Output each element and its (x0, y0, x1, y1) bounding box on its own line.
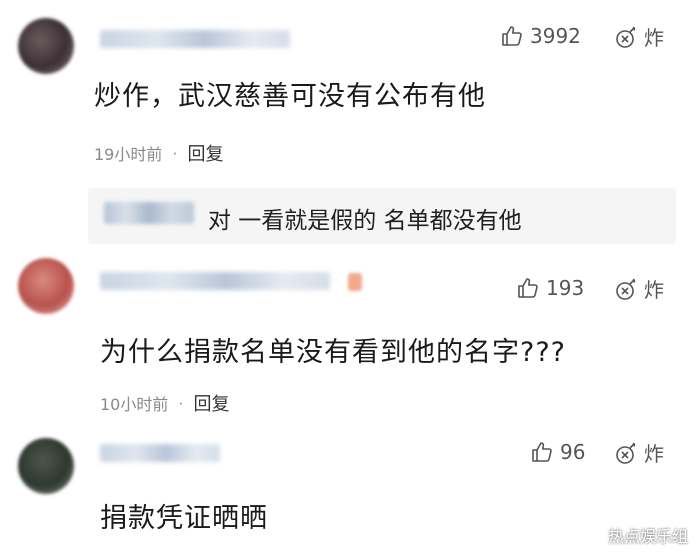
bomb-label: 炸 (644, 442, 664, 466)
bomb-label: 炸 (644, 278, 664, 302)
thumbs-up-icon (518, 278, 538, 298)
comment-text: 捐款凭证晒晒 (100, 503, 268, 534)
meta-separator: · (178, 393, 184, 413)
like-count: 96 (560, 440, 586, 464)
comment-meta: 19小时前 · 回复 (94, 140, 223, 166)
comment-text: 为什么捐款名单没有看到他的名字??? (100, 337, 566, 368)
reply-preview-text: 对 一看就是假的 名单都没有他 (208, 208, 522, 234)
like-count: 193 (546, 276, 585, 300)
bomb-label: 炸 (644, 26, 664, 50)
like-count: 3992 (530, 24, 581, 48)
meta-separator: · (172, 143, 178, 163)
user-badge (348, 273, 362, 291)
like-button[interactable]: 3992 (500, 24, 581, 48)
bomb-button[interactable]: 炸 (614, 274, 664, 303)
username-blurred[interactable] (100, 272, 330, 290)
comment-time: 19小时前 (94, 145, 163, 164)
comment-time: 10小时前 (100, 395, 169, 414)
avatar[interactable] (18, 258, 74, 314)
bomb-button[interactable]: 炸 (614, 438, 664, 467)
bomb-icon (616, 278, 636, 300)
reply-button[interactable]: 回复 (193, 390, 229, 416)
avatar[interactable] (18, 438, 74, 494)
comment-text: 炒作，武汉慈善可没有公布有他 (94, 81, 486, 112)
comment-meta: 10小时前 · 回复 (100, 390, 229, 416)
username-blurred[interactable] (100, 444, 220, 462)
watermark: 热点娱乐组 (607, 527, 688, 546)
like-button[interactable]: 96 (530, 440, 585, 464)
username-blurred[interactable] (100, 30, 290, 48)
reply-button[interactable]: 回复 (187, 140, 223, 166)
thumbs-up-icon (532, 442, 552, 462)
bomb-button[interactable]: 炸 (614, 22, 664, 51)
bomb-icon (616, 26, 636, 48)
reply-username-blurred[interactable] (104, 202, 194, 224)
bomb-icon (616, 442, 636, 464)
avatar[interactable] (18, 18, 74, 74)
thumbs-up-icon (502, 26, 522, 46)
like-button[interactable]: 193 (516, 276, 584, 300)
